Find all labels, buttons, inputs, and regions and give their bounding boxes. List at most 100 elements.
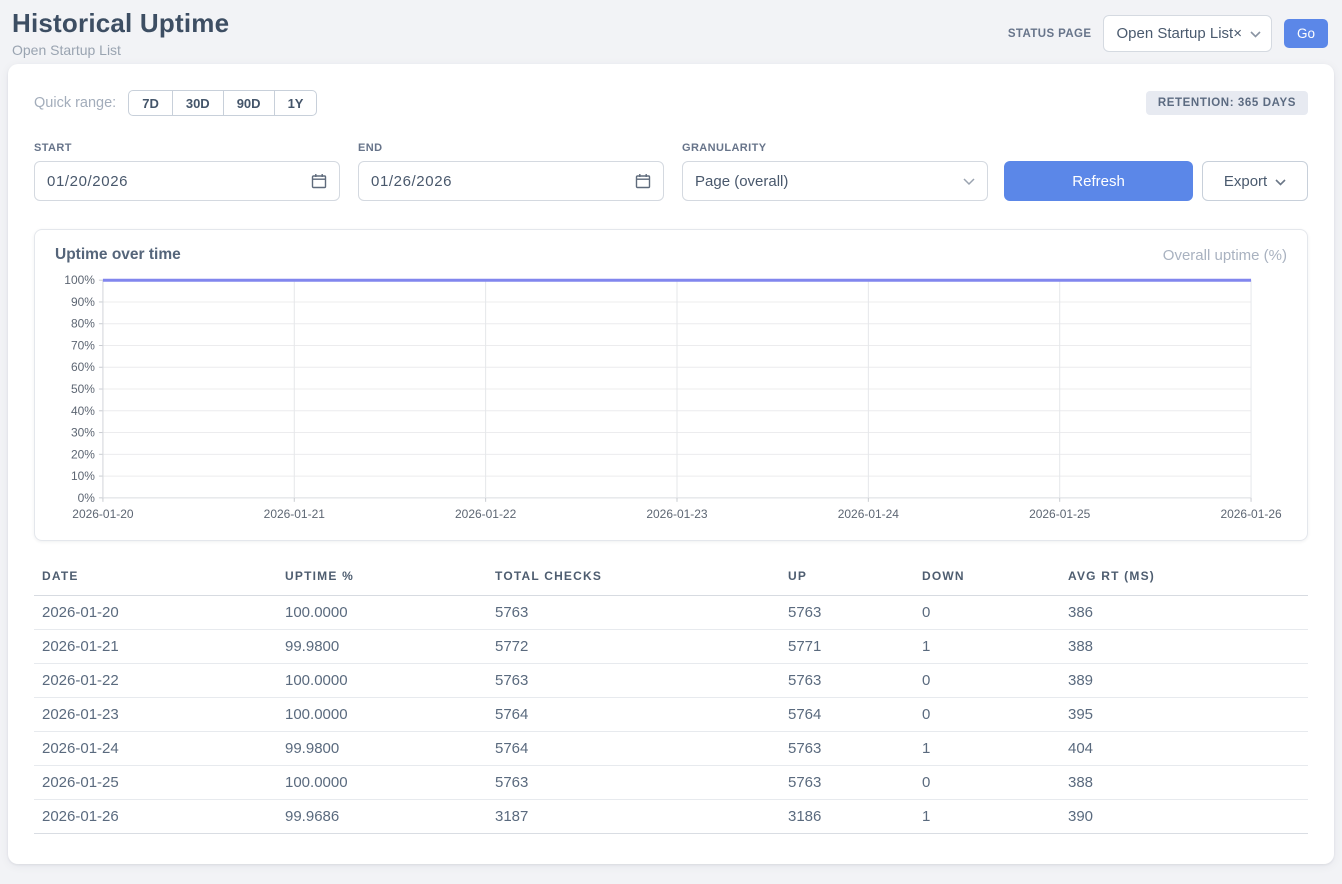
chevron-down-icon: [1275, 173, 1286, 190]
chart-title: Uptime over time: [55, 246, 181, 264]
table-row: 2026-01-2699.9686318731861390: [34, 800, 1308, 834]
svg-text:60%: 60%: [71, 360, 95, 374]
header-controls: STATUS PAGE Open Startup List× Go: [1008, 15, 1328, 52]
quick-range-7d-button[interactable]: 7D: [128, 90, 173, 116]
table-row: 2026-01-23100.0000576457640395: [34, 698, 1308, 732]
table-cell: 100.0000: [277, 664, 487, 698]
uptime-chart-svg: 0%10%20%30%40%50%60%70%80%90%100%2026-01…: [55, 272, 1287, 530]
column-header-uptime: UPTIME %: [277, 565, 487, 596]
calendar-icon[interactable]: [311, 173, 327, 189]
table-cell: 5764: [487, 698, 780, 732]
granularity-label: GRANULARITY: [682, 142, 988, 154]
svg-text:10%: 10%: [71, 469, 95, 483]
page-header: Historical Uptime Open Startup List STAT…: [0, 0, 1342, 64]
chevron-down-icon: [963, 173, 975, 190]
quick-range-label: Quick range:: [34, 95, 116, 111]
table-cell: 5763: [780, 596, 914, 630]
status-page-label: STATUS PAGE: [1008, 28, 1092, 40]
table-cell: 395: [1060, 698, 1308, 732]
filter-form-row: START 01/20/2026 END 01/26/2026: [34, 142, 1308, 201]
table-cell: 100.0000: [277, 596, 487, 630]
granularity-select[interactable]: Page (overall): [682, 161, 988, 201]
granularity-select-value: Page (overall): [695, 173, 788, 190]
chart-legend: Overall uptime (%): [1163, 247, 1287, 264]
table-cell: 388: [1060, 766, 1308, 800]
table-cell: 404: [1060, 732, 1308, 766]
table-cell: 2026-01-23: [34, 698, 277, 732]
uptime-chart-card: Uptime over time Overall uptime (%) 0% 10…: [34, 229, 1308, 541]
svg-text:2026-01-24: 2026-01-24: [838, 507, 900, 521]
retention-badge: RETENTION: 365 DAYS: [1146, 91, 1308, 115]
table-cell: 2026-01-22: [34, 664, 277, 698]
table-cell: 2026-01-26: [34, 800, 277, 834]
end-date-label: END: [358, 142, 664, 154]
table-cell: 3186: [780, 800, 914, 834]
end-date-field-group: END 01/26/2026: [358, 142, 664, 201]
table-cell: 100.0000: [277, 766, 487, 800]
table-cell: 2026-01-25: [34, 766, 277, 800]
export-button-label: Export: [1224, 173, 1267, 190]
chevron-down-icon: [1250, 25, 1261, 43]
table-cell: 5764: [780, 698, 914, 732]
table-cell: 1: [914, 800, 1060, 834]
calendar-icon[interactable]: [635, 173, 651, 189]
svg-text:50%: 50%: [71, 382, 95, 396]
svg-text:0%: 0%: [78, 491, 96, 505]
table-cell: 388: [1060, 630, 1308, 664]
chart-header: Uptime over time Overall uptime (%): [55, 246, 1287, 264]
end-date-input[interactable]: 01/26/2026: [358, 161, 664, 201]
svg-text:2026-01-22: 2026-01-22: [455, 507, 517, 521]
column-header-down: DOWN: [914, 565, 1060, 596]
status-page-select[interactable]: Open Startup List×: [1103, 15, 1272, 52]
start-date-field-group: START 01/20/2026: [34, 142, 340, 201]
table-row: 2026-01-2199.9800577257711388: [34, 630, 1308, 664]
quick-range-1y-button[interactable]: 1Y: [274, 90, 318, 116]
table-row: 2026-01-20100.0000576357630386: [34, 596, 1308, 630]
table-header-row: DATE UPTIME % TOTAL CHECKS UP DOWN AVG R…: [34, 565, 1308, 596]
column-header-avg-rt: AVG RT (MS): [1060, 565, 1308, 596]
table-cell: 0: [914, 698, 1060, 732]
table-cell: 2026-01-21: [34, 630, 277, 664]
table-cell: 2026-01-24: [34, 732, 277, 766]
svg-text:30%: 30%: [71, 426, 95, 440]
table-cell: 5764: [487, 732, 780, 766]
svg-text:90%: 90%: [71, 295, 95, 309]
table-cell: 5763: [780, 766, 914, 800]
column-header-up: UP: [780, 565, 914, 596]
quick-range-30d-button[interactable]: 30D: [172, 90, 224, 116]
svg-text:20%: 20%: [71, 447, 95, 461]
table-cell: 100.0000: [277, 698, 487, 732]
end-date-value: 01/26/2026: [371, 173, 452, 190]
svg-text:100%: 100%: [64, 273, 95, 287]
status-page-select-value: Open Startup List×: [1116, 25, 1242, 42]
table-cell: 99.9800: [277, 732, 487, 766]
start-date-input[interactable]: 01/20/2026: [34, 161, 340, 201]
table-cell: 0: [914, 664, 1060, 698]
table-cell: 389: [1060, 664, 1308, 698]
table-cell: 1: [914, 630, 1060, 664]
svg-text:2026-01-26: 2026-01-26: [1220, 507, 1282, 521]
start-date-label: START: [34, 142, 340, 154]
svg-text:2026-01-25: 2026-01-25: [1029, 507, 1091, 521]
table-cell: 5771: [780, 630, 914, 664]
quick-range-90d-button[interactable]: 90D: [223, 90, 275, 116]
svg-text:2026-01-23: 2026-01-23: [646, 507, 708, 521]
refresh-button[interactable]: Refresh: [1004, 161, 1193, 201]
start-date-value: 01/20/2026: [47, 173, 128, 190]
uptime-table: DATE UPTIME % TOTAL CHECKS UP DOWN AVG R…: [34, 565, 1308, 834]
svg-text:70%: 70%: [71, 338, 95, 352]
go-button[interactable]: Go: [1284, 19, 1328, 48]
table-cell: 3187: [487, 800, 780, 834]
table-cell: 390: [1060, 800, 1308, 834]
svg-text:40%: 40%: [71, 404, 95, 418]
table-cell: 5763: [487, 664, 780, 698]
table-cell: 0: [914, 596, 1060, 630]
svg-text:2026-01-20: 2026-01-20: [72, 507, 134, 521]
table-cell: 5763: [487, 596, 780, 630]
export-button[interactable]: Export: [1202, 161, 1308, 201]
column-header-date: DATE: [34, 565, 277, 596]
column-header-checks: TOTAL CHECKS: [487, 565, 780, 596]
svg-text:2026-01-21: 2026-01-21: [264, 507, 326, 521]
uptime-table-body: 2026-01-20100.00005763576303862026-01-21…: [34, 596, 1308, 834]
table-cell: 5763: [487, 766, 780, 800]
